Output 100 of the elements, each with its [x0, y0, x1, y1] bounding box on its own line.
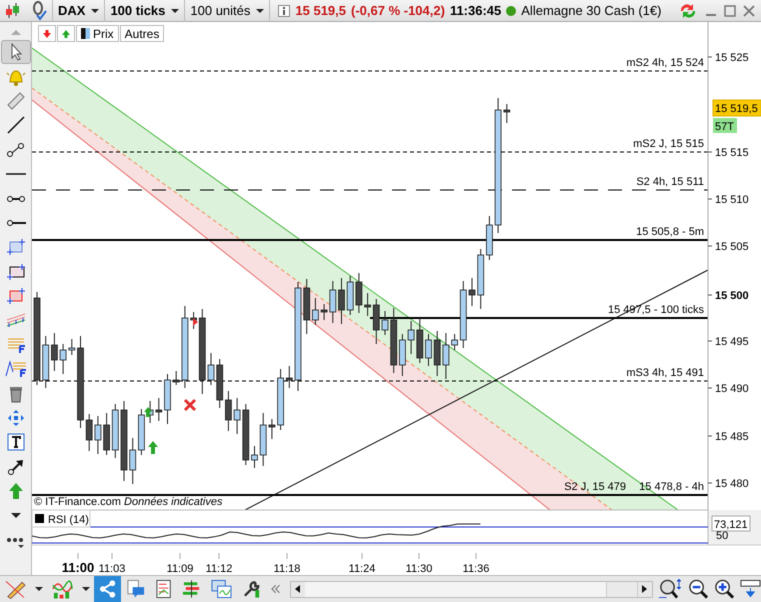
more-icon[interactable] — [6, 536, 26, 550]
up-arrow-button[interactable] — [57, 25, 75, 42]
time-tick-label: 11:12 — [206, 563, 232, 575]
candle — [468, 278, 476, 306]
copyright-notice: © IT-Finance.com Données indicatives — [34, 495, 224, 509]
candle — [486, 216, 493, 260]
share-button[interactable] — [94, 576, 122, 602]
link-check-icon[interactable] — [30, 0, 48, 20]
candle — [42, 336, 50, 388]
time-tick-label: 11:30 — [406, 563, 432, 575]
zoom-out-icon[interactable] — [688, 578, 710, 600]
maximize-icon[interactable] — [724, 4, 736, 16]
price-tick-label: 15 500 — [715, 290, 749, 302]
horizontal-line-icon[interactable] — [6, 172, 26, 176]
candle — [477, 248, 484, 310]
time-tick-label: 11:09 — [166, 563, 194, 575]
candle — [208, 352, 214, 386]
candle — [408, 320, 414, 354]
scroll-right-icon[interactable] — [638, 582, 652, 596]
price-tick-label: 15 515 — [715, 147, 749, 159]
candle — [260, 412, 267, 466]
candle — [172, 370, 180, 386]
zoom-in-icon[interactable] — [714, 578, 736, 600]
move-icon[interactable] — [6, 409, 24, 428]
candle — [216, 358, 224, 408]
last-price-badge: 15 519,5 — [712, 100, 761, 116]
price-tick-label: 15 505 — [715, 241, 749, 253]
candle — [286, 366, 293, 388]
rsi-label: RSI (14) — [48, 514, 89, 526]
text-tool-icon[interactable] — [6, 433, 24, 452]
level-label: S2 J, 15 479 — [564, 481, 626, 493]
candle — [356, 272, 362, 314]
candle — [86, 414, 93, 452]
candle — [382, 310, 388, 336]
candle — [60, 344, 66, 374]
candle — [303, 278, 310, 334]
ruler-icon[interactable] — [6, 90, 26, 111]
fibonacci-icon[interactable] — [6, 336, 26, 354]
candle — [442, 332, 450, 380]
arrow-line-icon[interactable] — [6, 458, 24, 476]
price-tab[interactable]: Prix — [76, 25, 119, 42]
legend-swatch-icon — [35, 514, 44, 523]
rectangle-icon[interactable] — [6, 238, 26, 256]
scroll-end-icon[interactable] — [740, 578, 761, 600]
candle — [251, 446, 258, 468]
info-icon[interactable] — [278, 4, 290, 16]
time-tick-label: 11:03 — [98, 563, 126, 575]
down-arrow-icon — [42, 28, 52, 38]
up-arrow-icon[interactable] — [8, 482, 24, 500]
price-tick-label: 15 525 — [715, 52, 749, 64]
caret-icon[interactable] — [10, 512, 22, 520]
caret-icon — [171, 8, 180, 12]
rectangle-icon[interactable] — [6, 287, 26, 306]
candle — [112, 404, 119, 458]
horizontal-ray-icon[interactable] — [6, 218, 26, 227]
candle — [164, 374, 171, 424]
windows-icon — [211, 579, 232, 599]
other-tab[interactable]: Autres — [120, 25, 164, 42]
candle — [268, 418, 276, 440]
fibonacci-icon[interactable] — [4, 360, 26, 378]
candle — [460, 280, 467, 348]
caret-icon — [256, 8, 264, 12]
last-price: 15 519,5 — [295, 3, 346, 18]
candle — [242, 404, 250, 466]
channel-icon[interactable] — [6, 311, 26, 330]
horizontal-segment-icon[interactable] — [6, 194, 26, 203]
report-icon — [155, 579, 172, 599]
candle — [94, 416, 102, 454]
horizontal-scrollbar[interactable] — [290, 580, 654, 598]
collapse-icon[interactable] — [270, 584, 282, 594]
candle — [390, 308, 398, 374]
zoom-fit-icon[interactable] — [658, 578, 684, 600]
segment-icon[interactable] — [6, 142, 26, 158]
caret-icon — [91, 8, 100, 12]
refresh-icon[interactable] — [678, 2, 698, 20]
candlestick-icon[interactable] — [4, 2, 22, 20]
candle — [138, 408, 145, 456]
candle — [338, 278, 345, 324]
volume-badge: 57T — [713, 118, 737, 133]
up-arrow-icon — [144, 407, 152, 417]
close-icon[interactable] — [743, 4, 755, 16]
time-tick-label: 11:18 — [274, 563, 300, 575]
candle — [434, 330, 441, 376]
rectangle-icon[interactable] — [6, 262, 26, 281]
scroll-thumb[interactable] — [606, 582, 638, 596]
rsi-value-badge: 73,121 — [712, 516, 750, 532]
pencil-icon — [5, 579, 26, 599]
scroll-left-icon[interactable] — [290, 582, 305, 596]
indicators-icon — [52, 579, 73, 599]
trash-icon[interactable] — [8, 384, 24, 403]
level-label: mS2 J, 15 515 — [633, 138, 704, 150]
quote-time: 11:36:45 — [450, 3, 502, 18]
time-tick-label: 11:36 — [462, 563, 490, 575]
down-arrow-button[interactable] — [38, 25, 56, 42]
price-tick-label: 15 480 — [715, 478, 749, 490]
cross-marker-icon — [184, 398, 196, 412]
candle — [312, 298, 319, 326]
line-icon[interactable] — [6, 115, 26, 136]
candle — [329, 280, 336, 324]
price-tick-label: 15 490 — [715, 383, 749, 395]
